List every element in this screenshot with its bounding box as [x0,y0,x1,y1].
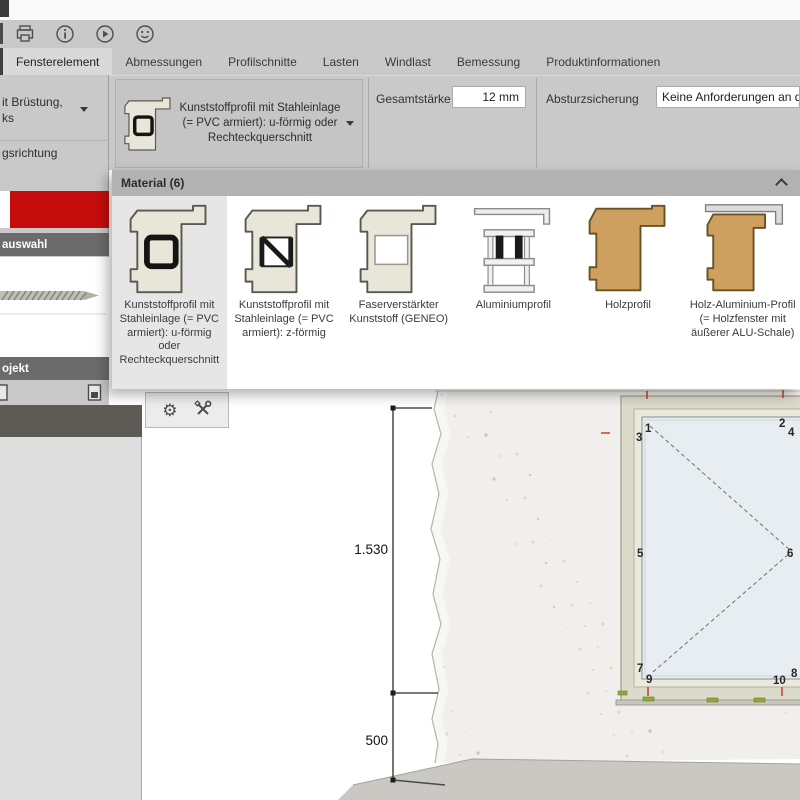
project-icon-row [0,380,109,405]
tab-abmessungen[interactable]: Abmessungen [112,48,215,75]
info-button[interactable] [54,23,76,45]
chevron-down-icon [80,107,88,112]
gesamtstaerke-input[interactable]: 12 mm [452,86,526,108]
project-header: ojekt [0,357,109,380]
settings-button[interactable]: ⚙ [162,402,177,419]
crossed-tools-icon [194,400,212,418]
sidebar-divider [0,140,109,141]
app-icon [0,0,9,17]
tab-lasten[interactable]: Lasten [310,48,372,75]
point-label-10: 10 [773,675,786,687]
point-label-8: 8 [791,668,798,680]
floor [338,759,800,800]
material-dropdown-panel: Material (6) Kunststoffprofil mit Stahle… [112,170,800,389]
material-option-wood[interactable]: Holzprofil [571,196,686,389]
profile-wood-icon [582,201,674,297]
viewport-3d[interactable]: 1 2 3 4 5 6 7 8 9 10 [142,389,800,800]
gear-icon: ⚙ [162,401,177,420]
absturzsicherung-select[interactable]: Keine Anforderungen an die Abs [656,86,800,108]
material-panel-header[interactable]: Material (6) [112,170,800,196]
screw-selection-header: auswahl [0,233,109,256]
chevron-down-icon [346,121,354,126]
profile-selected-label: Kunststoffprofil mit Stahleinlage (= PVC… [174,101,346,146]
smiley-icon [135,24,155,44]
profile-pvc-z-icon [238,201,330,297]
dimension-lines [393,408,438,780]
profile-wood-alu-icon [697,201,789,297]
save-report-icon[interactable] [87,384,103,402]
material-option-pvc-u[interactable]: Kunststoffprofil mit Stahleinlage (= PVC… [112,196,227,389]
clipped-icon [0,23,3,44]
material-option-geneo[interactable]: Faserverstärkter Kunststoff (GENEO) [341,196,456,389]
document-icon[interactable] [0,384,9,402]
view-tools-toolbar: ⚙ [145,392,229,428]
quick-toolbar [0,20,800,48]
window-glass [642,417,800,679]
ribbon-divider [368,78,369,168]
point-label-7: 7 [637,663,643,675]
point-label-3: 3 [636,432,642,444]
material-option-label: Kunststoffprofil mit Stahleinlage (= PVC… [112,297,227,368]
sidebar-lower-panel [0,437,142,800]
material-option-label: Holzprofil [602,297,654,313]
material-options-list: Kunststoffprofil mit Stahleinlage (= PVC… [112,196,800,389]
profile-pvc-u-icon [122,85,174,163]
tab-fensterelement[interactable]: Fensterelement [0,48,112,75]
point-label-4: 4 [788,427,795,439]
tab-profilschnitte[interactable]: Profilschnitte [215,48,310,75]
chevron-up-icon [775,178,788,191]
printer-icon [15,24,35,44]
play-icon [95,24,115,44]
play-button[interactable] [94,23,116,45]
dimension-label-upper: 1.530 [354,542,388,557]
tab-windlast[interactable]: Windlast [372,48,444,75]
direction-swatch-red[interactable] [10,191,109,228]
tab-bemessung[interactable]: Bemessung [444,48,533,75]
point-label-2: 2 [779,418,785,430]
ribbon-divider-2 [536,78,537,168]
gesamtstaerke-label: Gesamtstärke [376,92,451,106]
point-label-1: 1 [645,423,652,435]
profile-material-dropdown[interactable]: Kunststoffprofil mit Stahleinlage (= PVC… [115,79,363,168]
ribbon-tabs: Fensterelement Abmessungen Profilschnitt… [0,48,800,75]
window-type-dropdown-line1[interactable]: it Brüstung, [2,95,63,109]
material-option-label: Holz-Aluminium-Profil (= Holzfenster mit… [685,297,800,340]
direction-swatch-secondary[interactable] [0,191,10,228]
material-option-aluminium[interactable]: Aluminiumprofil [456,196,571,389]
print-button[interactable] [14,23,36,45]
tools-button[interactable] [194,400,212,421]
material-option-pvc-z[interactable]: Kunststoffprofil mit Stahleinlage (= PVC… [227,196,342,389]
info-icon [55,24,75,44]
material-option-wood-alu[interactable]: Holz-Aluminium-Profil (= Holzfenster mit… [685,196,800,389]
dimension-label-lower: 500 [365,733,388,748]
material-panel-title: Material (6) [121,176,184,190]
profile-aluminium-icon [467,201,559,297]
screw-panel[interactable] [0,257,109,357]
material-option-label: Kunststoffprofil mit Stahleinlage (= PVC… [227,297,342,340]
screw-icon [0,267,106,327]
point-label-6: 6 [787,548,793,560]
material-option-label: Aluminiumprofil [473,297,554,313]
opening-direction-label: gsrichtung [2,146,57,160]
left-sidebar: it Brüstung, ks gsrichtung auswahl [0,75,109,405]
point-label-5: 5 [637,548,644,560]
window-element[interactable]: 1 2 3 4 5 6 7 8 9 10 [601,390,800,705]
title-bar [0,0,800,20]
point-label-9: 9 [646,674,652,686]
profile-geneo-icon [353,201,445,297]
feedback-button[interactable] [134,23,156,45]
profile-pvc-u-icon [123,201,215,297]
window-type-dropdown-line2[interactable]: ks [2,111,14,125]
absturzsicherung-label: Absturzsicherung [546,92,639,106]
tab-produktinformationen[interactable]: Produktinformationen [533,48,673,75]
sidebar-footer-band [0,405,142,437]
material-option-label: Faserverstärkter Kunststoff (GENEO) [341,297,456,327]
app-window: Fensterelement Abmessungen Profilschnitt… [0,0,800,800]
